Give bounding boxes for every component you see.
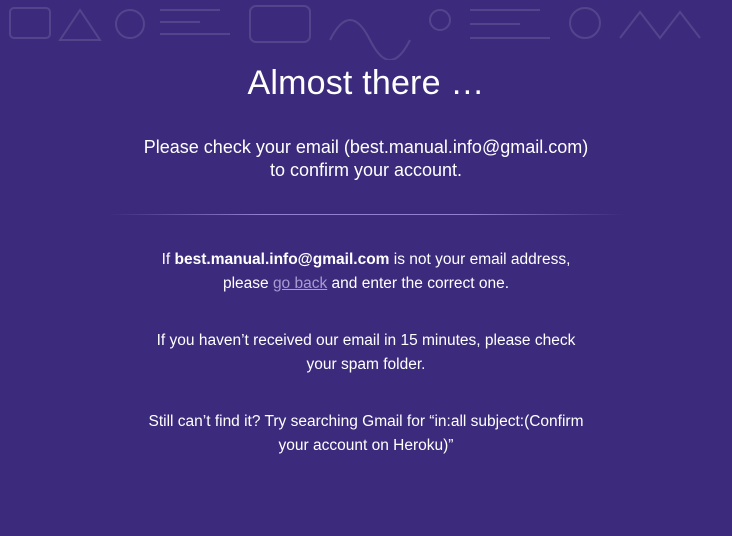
confirmation-message: Please check your email (best.manual.inf… xyxy=(116,136,616,182)
search-tip: Still can’t find it? Try searching Gmail… xyxy=(148,413,584,454)
divider xyxy=(108,214,624,215)
wrong-email-prefix: If xyxy=(161,251,175,268)
wrong-email-address: best.manual.info@gmail.com xyxy=(174,251,390,268)
confirm-suffix: ) xyxy=(582,137,589,157)
wrong-email-note: If best.manual.info@gmail.com is not you… xyxy=(146,248,586,296)
confirm-line2: to confirm your account. xyxy=(269,160,463,180)
page-title: Almost there … xyxy=(247,64,485,102)
wrong-email-suffix: and enter the correct one. xyxy=(327,275,510,292)
spam-note: If you haven’t received our email in 15 … xyxy=(156,332,576,373)
background-pattern xyxy=(9,5,701,60)
go-back-link[interactable]: go back xyxy=(273,275,327,292)
confirm-email: best.manual.info@gmail.com xyxy=(349,137,583,157)
confirm-prefix: Please check your email ( xyxy=(143,137,350,157)
